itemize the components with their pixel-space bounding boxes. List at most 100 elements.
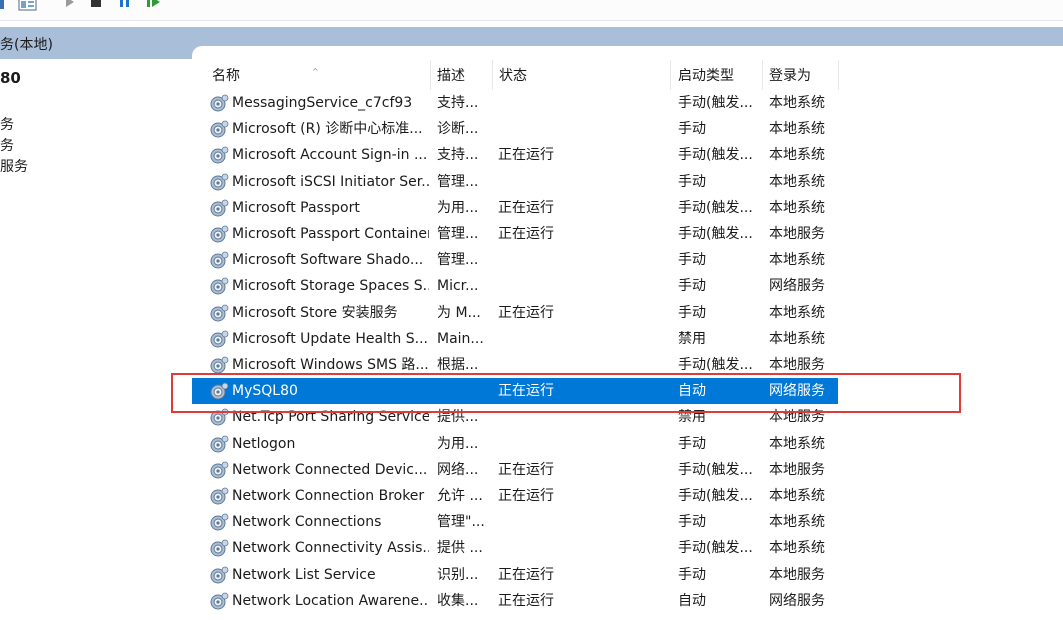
service-gear-icon	[209, 435, 229, 454]
stop-icon[interactable]	[90, 0, 102, 11]
resume-icon[interactable]	[146, 0, 162, 11]
service-startup-type-cell: 禁用	[678, 330, 706, 347]
service-status-cell: 正在运行	[498, 226, 554, 242]
table-row[interactable]: Microsoft iSCSI Initiator Ser... 管理... 手动 本…	[192, 169, 838, 195]
service-description-cell: 提供...	[437, 409, 479, 426]
service-description-cell: 支持...	[437, 147, 479, 164]
table-row[interactable]: Network List Service 识别... 正在运行 手动 本地服务	[192, 562, 838, 588]
restart-service-link[interactable]: 服务	[0, 156, 28, 176]
service-status-cell: 正在运行	[498, 147, 554, 164]
service-logon-cell: 本地系统	[769, 95, 825, 111]
table-row[interactable]: Microsoft Windows SMS 路... 根据... 手动(触发... 本…	[192, 352, 838, 378]
table-row[interactable]: Microsoft Update Health S... Main... 禁用 本地系…	[192, 326, 838, 352]
service-description-cell: Main...	[437, 330, 484, 347]
table-row[interactable]: Microsoft Storage Spaces S... Micr... 手动 网络…	[192, 273, 838, 299]
service-description-cell: 诊断...	[437, 121, 479, 138]
service-description-cell: 管理...	[437, 226, 479, 242]
service-startup-type-cell: 手动(触发...	[678, 147, 753, 164]
toolbar	[0, 0, 1063, 21]
service-gear-icon	[209, 199, 229, 218]
column-header-startup-type[interactable]: 启动类型	[658, 62, 750, 90]
service-logon-cell: 本地服务	[769, 461, 825, 478]
table-row[interactable]: Network Connection Broker 允许 ... 正在运行 手动(触发…	[192, 483, 838, 509]
table-row[interactable]: Network Location Awarene... 收集... 正在运行 自动 网络…	[192, 588, 838, 614]
service-status-cell: 正在运行	[498, 592, 554, 609]
table-row[interactable]: Microsoft Store 安装服务 为 M... 正在运行 手动 本地系统	[192, 300, 838, 326]
service-name-cell: Microsoft Passport Container	[232, 226, 429, 242]
service-description-cell: 为 M...	[437, 304, 481, 321]
service-logon-cell: 本地系统	[769, 199, 825, 216]
table-row[interactable]: Network Connected Devic... 网络... 正在运行 手动(触发…	[192, 457, 838, 483]
service-startup-type-cell: 手动(触发...	[678, 540, 753, 557]
service-gear-icon	[209, 304, 229, 323]
service-description-cell: 为用...	[437, 199, 479, 216]
table-row[interactable]: Network Connectivity Assis... 提供 ... 手动(触发…	[192, 535, 838, 561]
table-row-selected[interactable]: MySQL80 正在运行 自动 网络服务	[192, 378, 838, 405]
service-description-pane: 80 务 务 服务	[0, 59, 195, 605]
service-gear-icon	[209, 330, 229, 349]
service-gear-icon	[209, 356, 229, 375]
service-gear-icon	[209, 277, 229, 296]
column-header-logon-as[interactable]: 登录为	[749, 62, 839, 90]
play-icon[interactable]	[64, 0, 76, 11]
service-name-cell: Microsoft Passport	[232, 199, 360, 216]
column-header-description[interactable]: 描述	[417, 62, 479, 90]
service-logon-cell: 网络服务	[769, 592, 825, 609]
help-icon[interactable]	[0, 0, 8, 11]
column-header-name[interactable]: 名称 ^	[192, 62, 430, 90]
service-logon-cell: 本地系统	[769, 252, 825, 269]
table-row[interactable]: Netlogon 为用... 手动 本地系统	[192, 431, 838, 457]
service-startup-type-cell: 手动	[678, 121, 706, 138]
selected-service-name: 80	[0, 69, 21, 87]
service-gear-icon	[209, 408, 229, 427]
service-status-cell: 正在运行	[498, 199, 554, 216]
service-description-cell: 允许 ...	[437, 488, 483, 504]
service-name-cell: Microsoft Update Health S...	[232, 330, 428, 347]
service-name-cell: Network Connections	[232, 514, 382, 531]
service-description-cell: Micr...	[437, 278, 479, 295]
table-row[interactable]: Microsoft Passport Container 管理... 正在运行 手动(…	[192, 221, 838, 247]
service-startup-type-cell: 手动(触发...	[678, 226, 753, 242]
service-logon-cell: 本地系统	[769, 173, 825, 190]
table-row[interactable]: Microsoft Software Shado... 管理... 手动 本地系统	[192, 247, 838, 273]
service-startup-type-cell: 手动(触发...	[678, 95, 753, 111]
service-startup-type-cell: 手动	[678, 173, 706, 190]
sort-ascending-icon: ^	[312, 67, 319, 76]
table-row[interactable]: Microsoft Account Sign-in ... 支持... 正在运行 手动…	[192, 142, 838, 168]
column-separator[interactable]	[838, 60, 839, 90]
pause-icon[interactable]	[118, 0, 132, 11]
service-logon-cell: 网络服务	[769, 383, 825, 400]
service-startup-type-cell: 手动	[678, 435, 706, 452]
service-description-cell: 支持...	[437, 95, 479, 111]
service-description-cell: 收集...	[437, 592, 479, 609]
service-status-cell: 正在运行	[498, 304, 554, 321]
services-list: 名称 ^ 描述 状态 启动类型 登录为 MessagingService_c7c…	[192, 46, 1063, 610]
table-row[interactable]: Network Connections 管理"... 手动 本地系统	[192, 509, 838, 535]
table-row[interactable]: Net.Tcp Port Sharing Service 提供... 禁用 本地服务	[192, 404, 838, 430]
properties-pane-icon[interactable]	[18, 0, 38, 11]
column-header-status[interactable]: 状态	[479, 62, 659, 90]
service-name-cell: Microsoft Windows SMS 路...	[232, 357, 429, 373]
table-row[interactable]: MessagingService_c7cf93 支持... 手动(触发... 本地系统	[192, 90, 838, 116]
service-name-cell: Microsoft iSCSI Initiator Ser...	[232, 173, 429, 190]
service-gear-icon	[209, 94, 229, 113]
service-name-cell: Network Connection Broker	[232, 488, 425, 504]
service-logon-cell: 本地系统	[769, 514, 825, 531]
service-startup-type-cell: 禁用	[678, 409, 706, 426]
service-logon-cell: 本地系统	[769, 488, 825, 504]
pause-service-link[interactable]: 务	[0, 135, 14, 155]
stop-service-link[interactable]: 务	[0, 114, 14, 134]
service-gear-icon	[209, 225, 229, 244]
table-row[interactable]: Microsoft Passport 为用... 正在运行 手动(触发... 本地系统	[192, 195, 838, 221]
service-gear-icon	[209, 173, 229, 192]
table-row[interactable]: Microsoft (R) 诊断中心标准... 诊断... 手动 本地系统	[192, 116, 838, 142]
service-name-cell: Network Connectivity Assis...	[232, 540, 429, 557]
service-name-cell: Microsoft Software Shado...	[232, 252, 424, 269]
service-logon-cell: 网络服务	[769, 278, 825, 295]
service-name-cell: Network List Service	[232, 566, 376, 583]
service-startup-type-cell: 手动(触发...	[678, 199, 753, 216]
service-startup-type-cell: 手动	[678, 278, 706, 295]
service-description-cell: 管理"...	[437, 514, 485, 531]
scope-title: 务(本地)	[0, 37, 53, 53]
service-startup-type-cell: 手动(触发...	[678, 488, 753, 504]
